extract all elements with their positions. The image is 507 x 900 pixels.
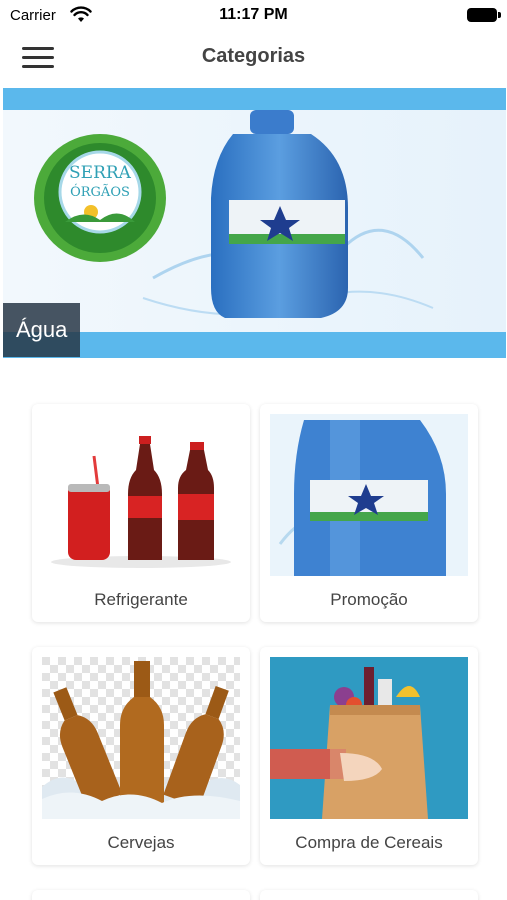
water-jug-image <box>270 414 468 576</box>
category-label: Cervejas <box>107 833 175 852</box>
category-card-refrigerante[interactable]: Refrigerante <box>32 404 250 622</box>
category-label: Compra de Cereais <box>295 833 443 852</box>
category-card-compra-de-cereais[interactable]: Compra de Cereais <box>260 647 478 865</box>
category-card-partial[interactable] <box>32 890 250 900</box>
page-title: Categorias <box>201 45 306 67</box>
category-card-cervejas[interactable]: Cervejas <box>32 647 250 865</box>
svg-text:SERRA: SERRA <box>69 163 132 183</box>
beer-bottles-image <box>42 657 240 819</box>
navbar: Categorias <box>0 32 507 84</box>
category-card-partial[interactable] <box>260 890 478 900</box>
serra-orgaos-logo: SERRA ÓRGÃOS <box>34 134 166 262</box>
status-bar: Carrier 11:17 PM <box>0 0 507 32</box>
battery-icon <box>467 8 501 22</box>
soda-bottles-image <box>42 414 240 576</box>
category-card-promocao[interactable]: Promoção <box>260 404 478 622</box>
grocery-bag-image <box>270 657 468 819</box>
category-label: Refrigerante <box>94 590 188 609</box>
banner-title: Água <box>3 303 81 357</box>
clock: 11:17 PM <box>219 6 288 23</box>
svg-text:ÓRGÃOS: ÓRGÃOS <box>70 183 130 200</box>
category-label: Promoção <box>330 590 408 609</box>
